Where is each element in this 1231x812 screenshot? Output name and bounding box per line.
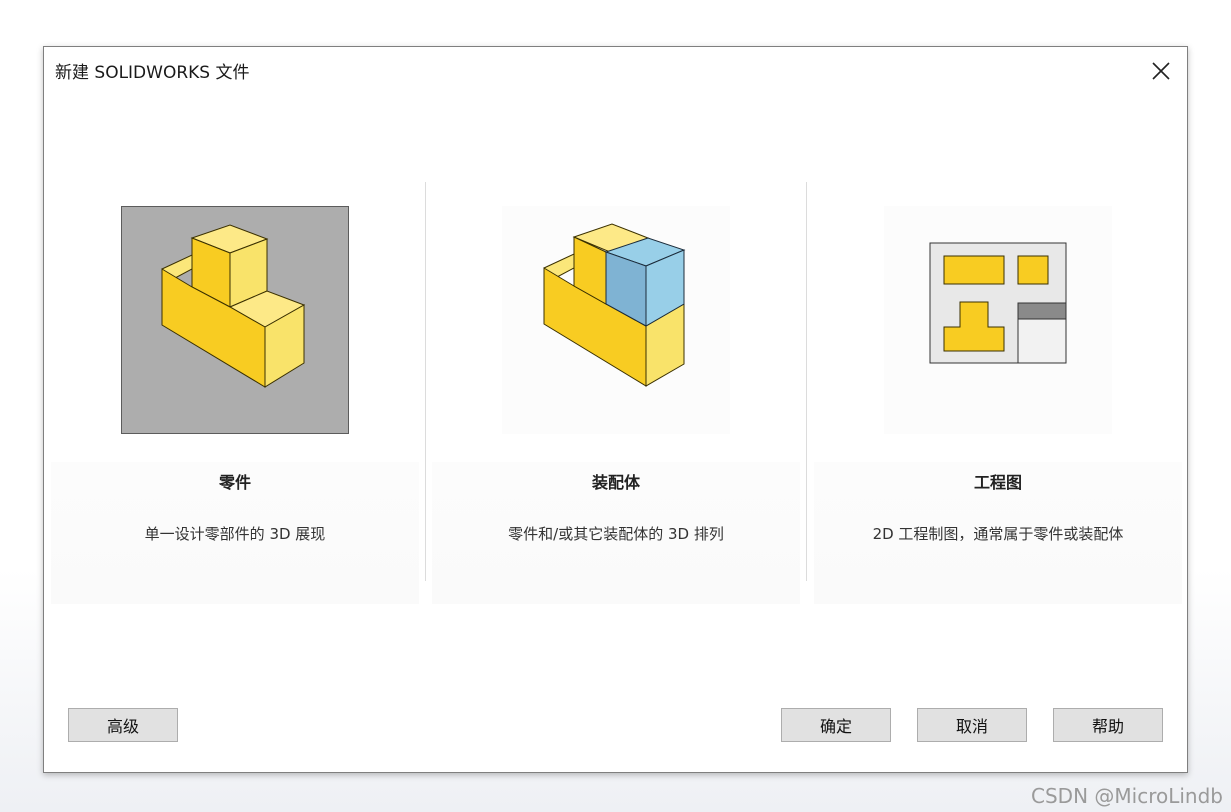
- part-icon: [121, 206, 349, 434]
- close-icon: [1152, 62, 1170, 80]
- ok-button[interactable]: 确定: [781, 708, 891, 742]
- card-divider: [806, 182, 807, 581]
- cancel-button[interactable]: 取消: [917, 708, 1027, 742]
- new-document-dialog: 新建 SOLIDWORKS 文件 零件 单一设计零部件的 3D 展现 装配体 零…: [43, 46, 1188, 773]
- card-drawing[interactable]: 工程图 2D 工程制图，通常属于零件或装配体: [814, 182, 1182, 604]
- card-part[interactable]: 零件 单一设计零部件的 3D 展现: [51, 182, 419, 604]
- close-button[interactable]: [1147, 57, 1175, 85]
- card-description: 零件和/或其它装配体的 3D 排列: [508, 525, 724, 543]
- card-divider: [425, 182, 426, 581]
- card-description: 单一设计零部件的 3D 展现: [144, 525, 326, 543]
- dialog-title: 新建 SOLIDWORKS 文件: [55, 63, 250, 83]
- card-assembly[interactable]: 装配体 零件和/或其它装配体的 3D 排列: [432, 182, 800, 604]
- help-button[interactable]: 帮助: [1053, 708, 1163, 742]
- watermark: CSDN @MicroLindb: [1031, 784, 1223, 808]
- assembly-icon: [502, 206, 730, 434]
- card-description: 2D 工程制图，通常属于零件或装配体: [872, 525, 1124, 543]
- card-title: 装配体: [591, 473, 640, 492]
- card-title: 零件: [218, 473, 251, 492]
- drawing-icon: [884, 206, 1112, 434]
- card-title: 工程图: [973, 473, 1022, 492]
- advanced-button[interactable]: 高级: [68, 708, 178, 742]
